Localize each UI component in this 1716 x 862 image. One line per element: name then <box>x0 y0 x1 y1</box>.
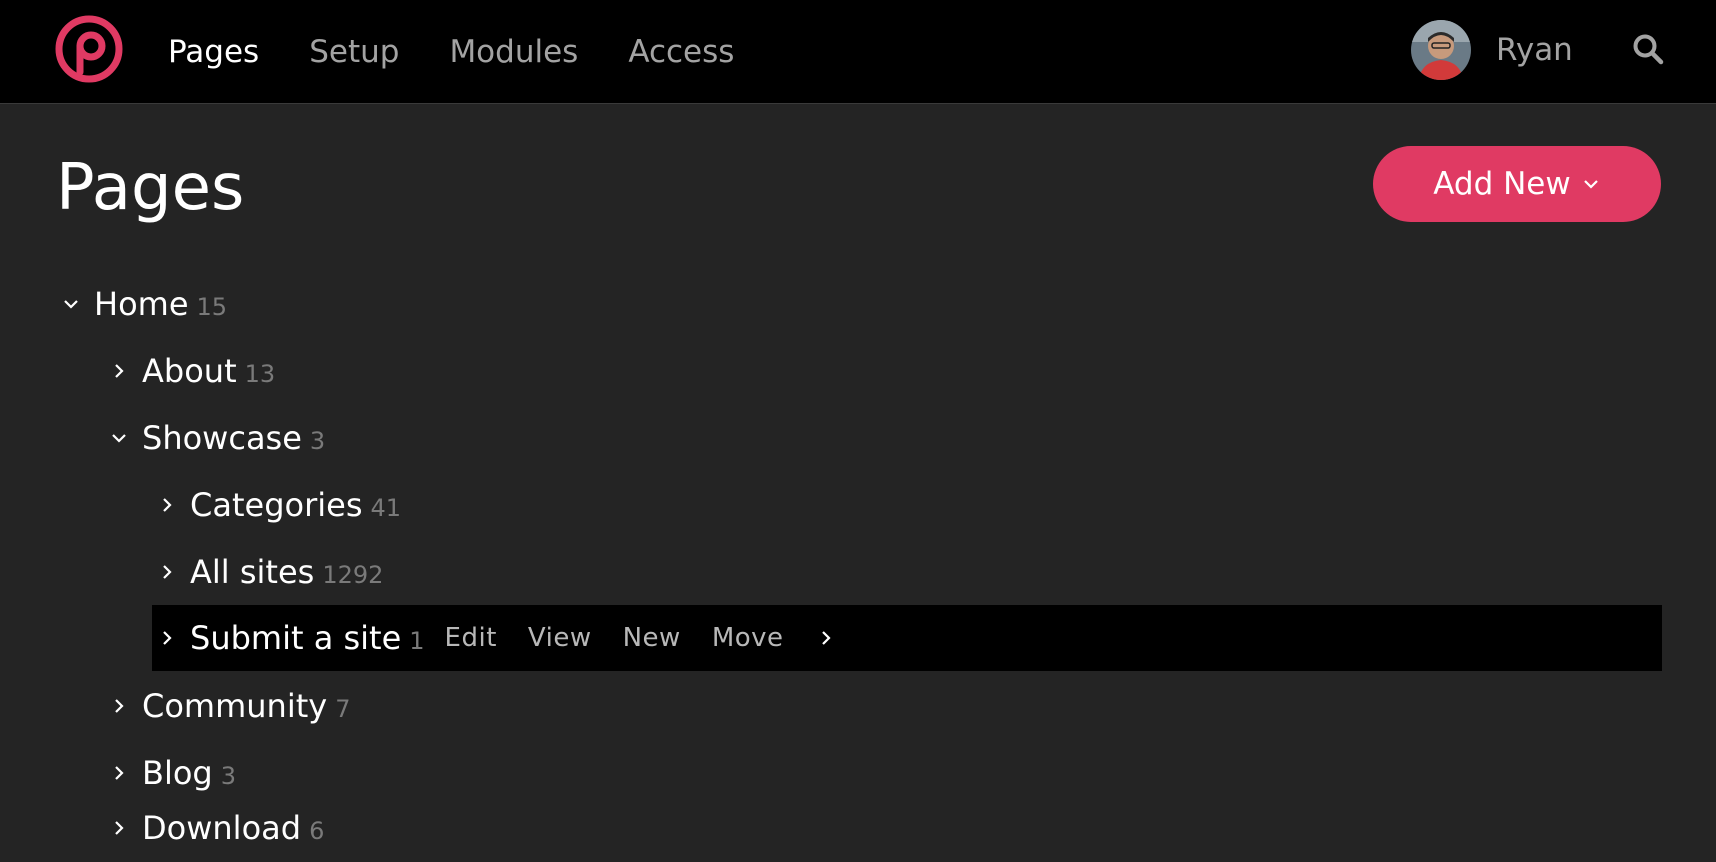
page-title: Pages <box>56 151 245 225</box>
tree-item-community[interactable]: Community 7 <box>108 673 350 739</box>
page-actions: Edit View New Move <box>445 623 837 653</box>
chevron-down-icon[interactable] <box>60 293 82 315</box>
nav-item-pages[interactable]: Pages <box>168 34 259 70</box>
chevron-right-icon[interactable] <box>156 627 178 649</box>
child-count: 41 <box>370 494 402 522</box>
user-menu[interactable]: Ryan <box>1411 19 1573 81</box>
chevron-right-icon[interactable] <box>156 494 178 516</box>
chevron-right-icon[interactable] <box>108 762 130 784</box>
view-action-link[interactable]: View <box>528 623 592 653</box>
add-new-button[interactable]: Add New <box>1373 146 1661 222</box>
tree-item-label[interactable]: About <box>142 352 237 390</box>
move-action-link[interactable]: Move <box>712 623 784 653</box>
chevron-right-icon[interactable] <box>108 817 130 839</box>
add-new-label: Add New <box>1433 166 1571 202</box>
child-count: 1 <box>409 627 425 655</box>
child-count: 13 <box>244 360 276 388</box>
tree-item-home[interactable]: Home 15 <box>60 271 227 337</box>
tree-item-showcase[interactable]: Showcase 3 <box>108 405 325 471</box>
tree-item-about[interactable]: About 13 <box>108 338 275 404</box>
edit-action-link[interactable]: Edit <box>445 623 497 653</box>
child-count: 7 <box>335 695 351 723</box>
main-nav: Pages Setup Modules Access <box>168 0 784 104</box>
tree-item-label[interactable]: Home <box>94 285 189 323</box>
child-count: 1292 <box>322 561 384 589</box>
chevron-right-icon[interactable] <box>108 695 130 717</box>
user-name[interactable]: Ryan <box>1496 32 1573 68</box>
new-action-link[interactable]: New <box>623 623 681 653</box>
tree-item-label[interactable]: All sites <box>190 553 314 591</box>
tree-item-all-sites[interactable]: All sites 1292 <box>156 539 383 605</box>
chevron-right-icon[interactable] <box>815 627 837 649</box>
child-count: 6 <box>309 817 325 845</box>
chevron-right-icon[interactable] <box>156 561 178 583</box>
tree-item-label[interactable]: Community <box>142 687 327 725</box>
nav-item-setup[interactable]: Setup <box>309 34 399 70</box>
tree-item-categories[interactable]: Categories 41 <box>156 472 401 538</box>
avatar[interactable] <box>1411 20 1471 80</box>
child-count: 3 <box>309 427 326 455</box>
tree-item-label[interactable]: Download <box>142 809 301 847</box>
tree-item-label[interactable]: Submit a site <box>190 619 401 657</box>
top-navigation-bar: Pages Setup Modules Access Ryan <box>0 0 1716 104</box>
nav-item-modules[interactable]: Modules <box>449 34 578 70</box>
child-count: 3 <box>220 762 237 790</box>
processwire-logo-icon[interactable] <box>54 14 124 84</box>
tree-item-label[interactable]: Categories <box>190 486 362 524</box>
nav-item-access[interactable]: Access <box>628 34 734 70</box>
tree-item-label[interactable]: Blog <box>142 754 213 792</box>
chevron-down-icon[interactable] <box>108 427 130 449</box>
child-count: 15 <box>196 293 228 321</box>
chevron-right-icon[interactable] <box>108 360 130 382</box>
tree-item-submit-a-site[interactable]: Submit a site 1 Edit View New Move <box>152 605 1662 671</box>
tree-item-label[interactable]: Showcase <box>142 419 302 457</box>
chevron-down-icon <box>1583 180 1598 189</box>
tree-item-download[interactable]: Download 6 <box>108 797 324 859</box>
search-icon[interactable] <box>1632 33 1664 65</box>
